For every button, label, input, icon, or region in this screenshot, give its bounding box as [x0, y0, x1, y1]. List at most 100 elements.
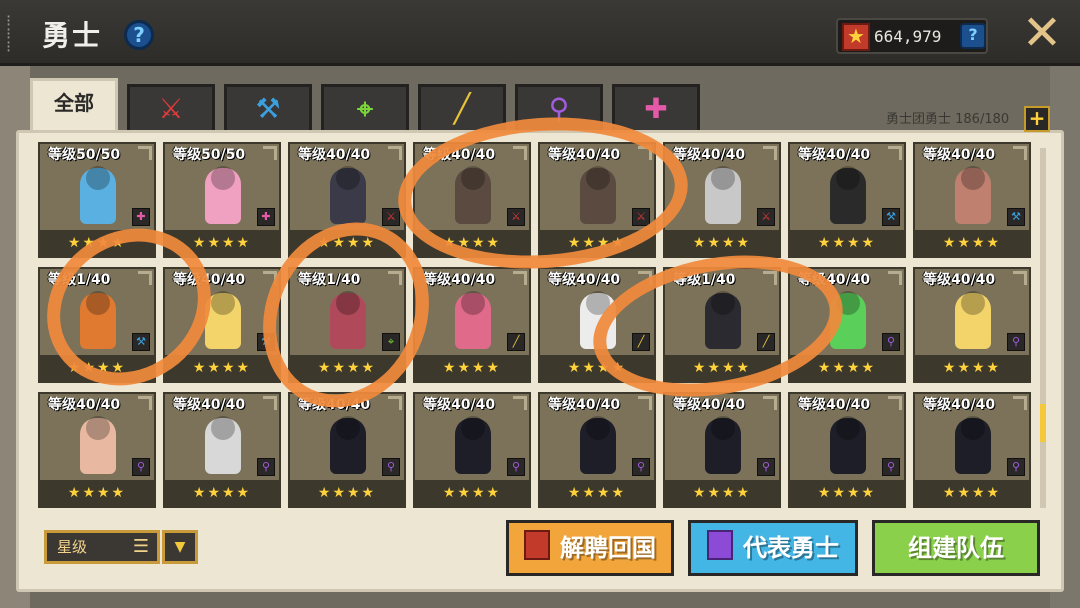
card-corner-decoration	[388, 146, 402, 160]
hammer-icon: ⚒	[1007, 208, 1025, 226]
card-corner-decoration	[138, 146, 152, 160]
staff-icon: ⚲	[507, 458, 525, 476]
tab-sword[interactable]: ⚔	[127, 84, 215, 134]
close-button[interactable]: ✕	[1020, 9, 1064, 57]
hero-level: 等级40/40	[423, 272, 496, 288]
currency-amount: 664,979	[874, 27, 942, 46]
hero-stars: ★★★★	[915, 355, 1029, 381]
sword-icon: ⚔	[382, 208, 400, 226]
hero-portrait	[80, 166, 116, 224]
card-corner-decoration	[388, 396, 402, 410]
expand-squad-button[interactable]: +	[1024, 106, 1050, 132]
hero-stars: ★★★★	[790, 480, 904, 506]
card-corner-decoration	[1013, 146, 1027, 160]
bow-icon: ⌖	[357, 92, 373, 125]
hero-portrait	[330, 166, 366, 224]
card-corner-decoration	[513, 271, 527, 285]
hero-level: 等级40/40	[673, 147, 746, 163]
support-icon: ✚	[644, 92, 668, 125]
hero-stars: ★★★★	[290, 480, 404, 506]
staff-icon: ⚲	[882, 333, 900, 351]
currency-display: 664,979 ?	[836, 18, 988, 54]
tab-hammer[interactable]: ⚒	[224, 84, 312, 134]
hero-portrait	[455, 291, 491, 349]
top-bar: ⁝⁝⁝ 勇士 ? 664,979 ? ✕	[0, 0, 1080, 66]
hero-stars: ★★★★	[540, 480, 654, 506]
staff-icon: ⚲	[757, 458, 775, 476]
hero-card[interactable]: 等级40/40 ⚒ ★★★★	[788, 142, 906, 258]
card-corner-decoration	[888, 271, 902, 285]
hero-portrait	[455, 416, 491, 474]
hero-stars: ★★★★	[915, 230, 1029, 256]
list-icon: ☰	[132, 536, 149, 557]
hammer-icon: ⚒	[882, 208, 900, 226]
sword-icon: ⚔	[757, 208, 775, 226]
sort-dropdown[interactable]: 星级 ☰	[44, 530, 160, 564]
hero-card[interactable]: 等级40/40 ⚲ ★★★★	[38, 392, 156, 508]
representative-hero-button[interactable]: 代表勇士	[688, 520, 858, 576]
build-team-label: 组建队伍	[908, 534, 1004, 562]
card-corner-decoration	[513, 396, 527, 410]
hero-stars: ★★★★	[665, 230, 779, 256]
card-corner-decoration	[763, 146, 777, 160]
hero-portrait	[830, 166, 866, 224]
hero-card[interactable]: 等级40/40 ⚲ ★★★★	[163, 392, 281, 508]
hero-portrait	[955, 291, 991, 349]
help-icon[interactable]: ?	[124, 20, 154, 50]
hero-portrait	[330, 416, 366, 474]
tab-bow[interactable]: ⌖	[321, 84, 409, 134]
card-corner-decoration	[888, 396, 902, 410]
hero-card[interactable]: 等级40/40 ╱ ★★★★	[413, 267, 531, 383]
hero-portrait	[830, 416, 866, 474]
sort-toggle-button[interactable]: ▼	[162, 530, 198, 564]
page-title: 勇士	[42, 19, 103, 52]
scrollbar-thumb[interactable]	[1040, 404, 1046, 442]
card-corner-decoration	[763, 396, 777, 410]
hero-level: 等级50/50	[48, 147, 121, 163]
hero-portrait	[80, 416, 116, 474]
rifle-icon: ╱	[453, 92, 471, 125]
hero-card[interactable]: 等级40/40 ⚲ ★★★★	[913, 392, 1031, 508]
tab-all[interactable]: 全部	[30, 78, 118, 134]
card-corner-decoration	[138, 396, 152, 410]
hero-card[interactable]: 等级40/40 ⚲ ★★★★	[913, 267, 1031, 383]
hero-card[interactable]: 等级40/40 ⚲ ★★★★	[788, 392, 906, 508]
staff-icon: ⚲	[882, 458, 900, 476]
crown-icon	[524, 530, 550, 560]
staff-icon: ⚲	[382, 458, 400, 476]
sword-icon: ⚔	[158, 92, 184, 125]
hero-portrait	[705, 416, 741, 474]
hero-card[interactable]: 等级40/40 ⚒ ★★★★	[913, 142, 1031, 258]
hero-card[interactable]: 等级40/40 ⚲ ★★★★	[663, 392, 781, 508]
staff-icon: ⚲	[257, 458, 275, 476]
card-corner-decoration	[1013, 396, 1027, 410]
hero-stars: ★★★★	[415, 355, 529, 381]
hero-stars: ★★★★	[665, 480, 779, 506]
hero-level: 等级50/50	[173, 147, 246, 163]
card-corner-decoration	[263, 396, 277, 410]
banner-icon	[707, 530, 733, 560]
staff-icon: ⚲	[1007, 458, 1025, 476]
hero-card[interactable]: 等级40/40 ⚲ ★★★★	[288, 392, 406, 508]
grip-icon: ⁝ ⁝ ⁝	[6, 11, 12, 56]
hero-card[interactable]: 等级40/40 ⚲ ★★★★	[413, 392, 531, 508]
hero-level: 等级40/40	[423, 397, 496, 413]
hero-card[interactable]: 等级40/40 ⚲ ★★★★	[538, 392, 656, 508]
hero-level: 等级40/40	[48, 397, 121, 413]
card-corner-decoration	[638, 396, 652, 410]
release-hero-button[interactable]: 解聘回国	[506, 520, 674, 576]
hero-portrait	[205, 416, 241, 474]
hero-level: 等级40/40	[298, 147, 371, 163]
staff-icon: ⚲	[1007, 333, 1025, 351]
release-label: 解聘回国	[560, 534, 656, 562]
star-coin-icon	[842, 23, 870, 51]
squad-count: 勇士团勇士 186/180	[886, 112, 1010, 127]
hero-portrait	[580, 416, 616, 474]
scrollbar-track[interactable]	[1040, 148, 1046, 508]
currency-help-icon[interactable]: ?	[960, 23, 986, 49]
hero-stars: ★★★★	[40, 480, 154, 506]
tab-label: 全部	[54, 91, 94, 115]
support-icon: ✚	[257, 208, 275, 226]
build-team-button[interactable]: 组建队伍	[872, 520, 1040, 576]
hero-level: 等级40/40	[173, 397, 246, 413]
